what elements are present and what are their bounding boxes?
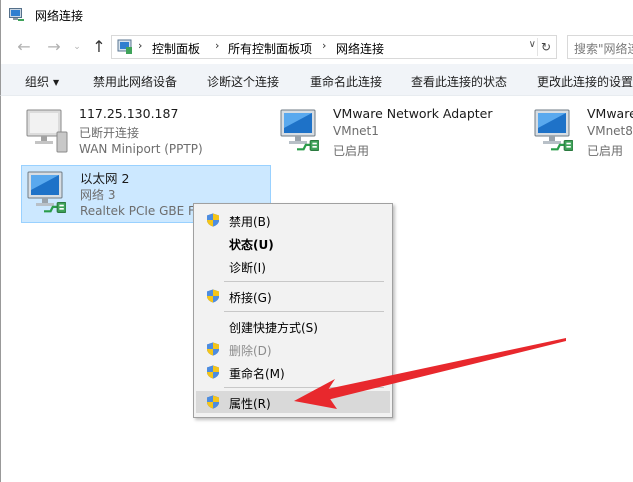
breadcrumb-control-panel[interactable]: 控制面板: [152, 40, 200, 57]
menu-item-create-shortcut[interactable]: 创建快捷方式(S): [196, 315, 390, 337]
menu-item-label: 删除(D): [229, 344, 272, 358]
adapter-name: 117.25.130.187: [79, 106, 179, 121]
change-settings-button[interactable]: 更改此连接的设置: [537, 73, 633, 90]
recent-locations-chevron-icon[interactable]: ⌄: [68, 38, 86, 56]
back-arrow-icon[interactable]: ←: [15, 38, 33, 56]
search-placeholder: 搜索"网络连: [574, 42, 633, 56]
menu-item-label: 创建快捷方式(S): [229, 321, 318, 335]
breadcrumb-all-items[interactable]: 所有控制面板项: [228, 40, 312, 57]
menu-item-label: 诊断(I): [229, 261, 266, 275]
breadcrumb-separator-icon: ›: [138, 39, 143, 52]
menu-item-label: 重命名(M): [229, 367, 285, 381]
menu-separator: [224, 311, 384, 312]
uac-shield-icon: [206, 289, 220, 303]
uac-shield-icon: [206, 395, 220, 409]
adapter-name: 以太网 2: [80, 171, 130, 186]
rename-connection-button[interactable]: 重命名此连接: [310, 73, 382, 90]
uac-shield-icon: [206, 365, 220, 379]
network-cable-icon: [44, 200, 66, 216]
network-connections-icon: [9, 8, 24, 21]
adapter-device: WAN Miniport (PPTP): [79, 142, 203, 156]
adapter-name: VMware Network Adapter: [333, 106, 493, 121]
menu-item-properties[interactable]: 属性(R): [196, 391, 390, 413]
menu-item-disable[interactable]: 禁用(B): [196, 209, 390, 231]
adapter-item-vmnet1[interactable]: VMware Network Adapter VMnet1 已启用: [275, 104, 515, 162]
breadcrumb-network-connections[interactable]: 网络连接: [336, 40, 384, 57]
menu-item-label: 属性(R): [229, 397, 271, 411]
uac-shield-icon: [206, 213, 220, 227]
adapter-status: 网络 3: [80, 188, 116, 202]
adapter-status: VMnet1: [333, 124, 379, 138]
refresh-icon[interactable]: ↻: [537, 38, 554, 56]
menu-item-status[interactable]: 状态(U): [196, 232, 390, 254]
address-bar[interactable]: › 控制面板 › 所有控制面板项 › 网络连接 ∨ ↻: [111, 35, 557, 59]
uac-shield-icon: [206, 342, 220, 356]
search-input[interactable]: 搜索"网络连: [567, 35, 633, 59]
adapter-device: 已启用: [587, 144, 624, 158]
breadcrumb-separator-icon: ›: [215, 39, 220, 52]
wan-miniport-adapter-icon: [23, 108, 73, 154]
menu-item-diagnose[interactable]: 诊断(I): [196, 255, 390, 277]
menu-separator: [224, 387, 384, 388]
up-arrow-icon[interactable]: ↑: [90, 38, 108, 56]
view-status-button[interactable]: 查看此连接的状态: [411, 73, 507, 90]
navigation-bar: ← → ⌄ ↑ › 控制面板 › 所有控制面板项 › 网络连接 ∨ ↻ 搜索"网…: [0, 30, 633, 64]
breadcrumb-separator-icon: ›: [322, 39, 327, 52]
network-cable-icon: [551, 138, 573, 154]
disable-device-button[interactable]: 禁用此网络设备: [93, 73, 177, 90]
menu-item-rename[interactable]: 重命名(M): [196, 361, 390, 383]
adapter-device: Realtek PCIe GBE Fa: [80, 204, 202, 218]
menu-item-label: 桥接(G): [229, 291, 272, 305]
menu-item-delete[interactable]: 删除(D): [196, 338, 390, 360]
adapter-name: VMware: [587, 106, 633, 121]
control-panel-icon: [117, 39, 132, 54]
adapter-status: VMnet8: [587, 124, 633, 138]
window-titlebar: 网络连接: [0, 0, 633, 30]
adapter-item-pptp[interactable]: 117.25.130.187 已断开连接 WAN Miniport (PPTP): [21, 104, 251, 162]
adapter-device: 已启用: [333, 144, 370, 158]
forward-arrow-icon[interactable]: →: [45, 38, 63, 56]
window-title: 网络连接: [35, 9, 84, 23]
context-menu: 禁用(B) 状态(U) 诊断(I) 桥接(G) 创建快捷方式(S) 删除(D) …: [193, 203, 393, 418]
dropdown-triangle-icon: ▼: [53, 78, 60, 87]
menu-item-label: 状态(U): [229, 238, 274, 252]
organize-menu-button[interactable]: 组织 ▼: [25, 73, 59, 90]
address-dropdown-icon[interactable]: ∨: [529, 39, 536, 50]
menu-item-bridge[interactable]: 桥接(G): [196, 285, 390, 307]
diagnose-connection-button[interactable]: 诊断这个连接: [207, 73, 279, 90]
adapter-status: 已断开连接: [79, 126, 140, 140]
menu-item-label: 禁用(B): [229, 215, 271, 229]
command-bar: 组织 ▼ 禁用此网络设备 诊断这个连接 重命名此连接 查看此连接的状态 更改此连接…: [0, 64, 633, 96]
menu-separator: [224, 281, 384, 282]
network-cable-icon: [297, 138, 319, 154]
adapter-item-vmnet8[interactable]: VMware VMnet8 已启用: [529, 104, 633, 162]
